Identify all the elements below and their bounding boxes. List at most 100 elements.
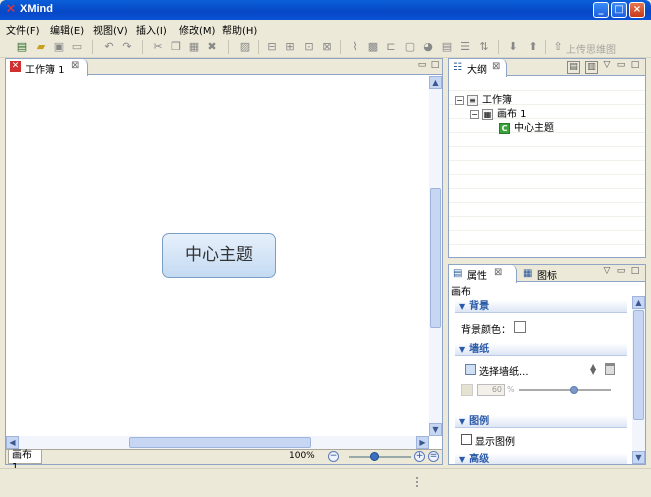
print-icon[interactable]: ▭ bbox=[70, 40, 84, 54]
menu-modify[interactable]: 修改(M) bbox=[179, 22, 215, 37]
cut-icon[interactable]: ✂ bbox=[151, 40, 165, 54]
sheet-tab[interactable]: 画布 1 bbox=[8, 450, 42, 473]
caret-down-icon: ▼ bbox=[459, 345, 466, 354]
wallpaper-spinner-icon[interactable]: ▲ ▼ bbox=[590, 363, 596, 376]
menu-help[interactable]: 帮助(H) bbox=[222, 22, 257, 37]
scroll-up-icon[interactable]: ▲ bbox=[429, 76, 442, 89]
drill-up-icon[interactable]: ⬆ bbox=[526, 40, 540, 54]
tree-item-sheet[interactable]: − ▦ 画布 1 bbox=[470, 108, 527, 121]
delete-icon[interactable]: ✖ bbox=[205, 40, 219, 54]
outline-panel: ☷ 大纲 ⊠ ▤ ▥ ▽ ▭ □ − ≡ 工作簿 − ▦ 画布 1 C 中心主题 bbox=[448, 58, 646, 258]
image-icon[interactable]: ▩ bbox=[366, 40, 380, 54]
tree-item-central-topic[interactable]: C 中心主题 bbox=[499, 122, 554, 135]
summary-icon[interactable]: ◕ bbox=[421, 40, 435, 54]
zoom-slider-track[interactable] bbox=[349, 456, 411, 458]
caret-down-icon: ▼ bbox=[459, 455, 466, 464]
tree-item-label: 中心主题 bbox=[514, 123, 554, 134]
scroll-up-icon[interactable]: ▲ bbox=[632, 296, 645, 309]
tab-icons[interactable]: ▦ 图标 bbox=[519, 265, 559, 283]
copy-icon[interactable]: ❐ bbox=[169, 40, 183, 54]
mindmap-canvas[interactable]: 中心主题 bbox=[6, 76, 429, 436]
maximize-button[interactable]: □ bbox=[611, 2, 627, 18]
workbook-icon: ≡ bbox=[467, 94, 478, 106]
collapse-icon[interactable]: − bbox=[455, 95, 464, 105]
undo-icon[interactable]: ↶ bbox=[102, 40, 116, 54]
opacity-slider-track[interactable] bbox=[519, 389, 611, 391]
close-button[interactable]: × bbox=[629, 2, 645, 18]
caret-down-icon: ▼ bbox=[459, 302, 466, 311]
toolbar-separator bbox=[142, 40, 143, 54]
background-color-picker[interactable] bbox=[514, 321, 526, 333]
label-icon[interactable]: ☰ bbox=[458, 40, 472, 54]
minimize-view-icon[interactable]: ▭ bbox=[417, 60, 427, 70]
section-wallpaper[interactable]: ▼ 墙纸 bbox=[455, 343, 627, 356]
outline-filter-icon[interactable]: ▥ bbox=[585, 61, 598, 74]
select-wallpaper-button[interactable]: 选择墙纸... bbox=[479, 363, 529, 378]
scroll-thumb[interactable] bbox=[129, 437, 311, 448]
section-background[interactable]: ▼ 背景 bbox=[455, 300, 627, 313]
maximize-view-icon[interactable]: □ bbox=[630, 60, 640, 70]
drill-down-icon[interactable]: ⬇ bbox=[506, 40, 520, 54]
callout-icon[interactable]: ⊡ bbox=[302, 40, 316, 54]
open-icon[interactable]: ▰ bbox=[34, 40, 48, 54]
tab-workbook[interactable]: ✕ 工作簿 1 ⊠ bbox=[6, 59, 88, 76]
section-advanced[interactable]: ▼ 高级 bbox=[455, 453, 627, 464]
topic-icon[interactable]: ⊟ bbox=[265, 40, 279, 54]
relationship-icon[interactable]: ⊏ bbox=[384, 40, 398, 54]
properties-icon: ▤ bbox=[453, 268, 463, 279]
menu-view[interactable]: 视图(V) bbox=[93, 22, 128, 37]
save-icon[interactable]: ▣ bbox=[52, 40, 66, 54]
minimize-button[interactable]: _ bbox=[593, 2, 609, 18]
maximize-view-icon[interactable]: □ bbox=[630, 266, 640, 276]
floating-topic-icon[interactable]: ⊠ bbox=[320, 40, 334, 54]
format-painter-icon[interactable]: ▨ bbox=[238, 40, 252, 54]
menu-file[interactable]: 文件(F) bbox=[6, 22, 40, 37]
marker-icon[interactable]: ▤ bbox=[440, 40, 454, 54]
boundary-icon[interactable]: ▢ bbox=[403, 40, 417, 54]
section-legend[interactable]: ▼ 图例 bbox=[455, 415, 627, 428]
subtopic-icon[interactable]: ⊞ bbox=[283, 40, 297, 54]
new-icon[interactable]: ▤ bbox=[15, 40, 29, 54]
minimize-view-icon[interactable]: ▭ bbox=[616, 60, 626, 70]
upload-icon[interactable]: ⇧ bbox=[551, 40, 565, 54]
scroll-right-icon[interactable]: ▶ bbox=[416, 436, 429, 449]
scroll-down-icon[interactable]: ▼ bbox=[632, 451, 645, 464]
zoom-slider-handle[interactable] bbox=[370, 452, 379, 461]
properties-scrollbar[interactable]: ▲ ▼ bbox=[632, 296, 645, 464]
scroll-down-icon[interactable]: ▼ bbox=[429, 423, 442, 436]
view-menu-icon[interactable]: ▽ bbox=[602, 266, 612, 276]
zoom-in-icon[interactable]: + bbox=[414, 451, 425, 462]
paste-icon[interactable]: ▦ bbox=[187, 40, 201, 54]
central-topic[interactable]: 中心主题 bbox=[162, 233, 276, 278]
tab-close-icon[interactable]: ⊠ bbox=[71, 60, 79, 71]
zoom-out-icon[interactable]: − bbox=[328, 451, 339, 462]
tab-outline[interactable]: ☷ 大纲 ⊠ bbox=[449, 59, 507, 77]
tree-item-workbook[interactable]: − ≡ 工作簿 bbox=[455, 94, 512, 107]
attachment-icon[interactable]: ⌇ bbox=[348, 40, 362, 54]
background-color-label: 背景颜色： bbox=[461, 325, 511, 336]
tab-properties[interactable]: ▤ 属性 ⊠ bbox=[449, 265, 517, 283]
opacity-input[interactable]: 60 bbox=[477, 384, 505, 396]
view-menu-icon[interactable]: ▽ bbox=[602, 60, 612, 70]
menu-insert[interactable]: 插入(I) bbox=[136, 22, 167, 37]
tab-close-icon[interactable]: ⊠ bbox=[492, 61, 500, 72]
maximize-view-icon[interactable]: □ bbox=[430, 60, 440, 70]
scroll-left-icon[interactable]: ◀ bbox=[6, 436, 19, 449]
editor-horizontal-scrollbar[interactable]: ◀ ▶ bbox=[6, 436, 429, 449]
scroll-thumb[interactable] bbox=[633, 310, 644, 420]
opacity-slider-handle[interactable] bbox=[570, 386, 579, 394]
tab-close-icon[interactable]: ⊠ bbox=[494, 267, 502, 278]
minimize-view-icon[interactable]: ▭ bbox=[616, 266, 626, 276]
zoom-fit-icon[interactable]: = bbox=[428, 451, 439, 462]
outline-view-icon[interactable]: ▤ bbox=[567, 61, 580, 74]
menu-edit[interactable]: 编辑(E) bbox=[50, 22, 84, 37]
editor-vertical-scrollbar[interactable]: ▲ ▼ bbox=[429, 76, 442, 436]
status-bar bbox=[0, 468, 651, 497]
show-legend-checkbox[interactable] bbox=[461, 434, 472, 445]
scroll-thumb[interactable] bbox=[430, 188, 441, 328]
redo-icon[interactable]: ↷ bbox=[120, 40, 134, 54]
trash-icon[interactable] bbox=[605, 363, 615, 375]
upload-map-button[interactable]: 上传思维图 bbox=[566, 41, 616, 56]
collapse-icon[interactable]: − bbox=[470, 109, 479, 119]
notes-icon[interactable]: ⇅ bbox=[477, 40, 491, 54]
